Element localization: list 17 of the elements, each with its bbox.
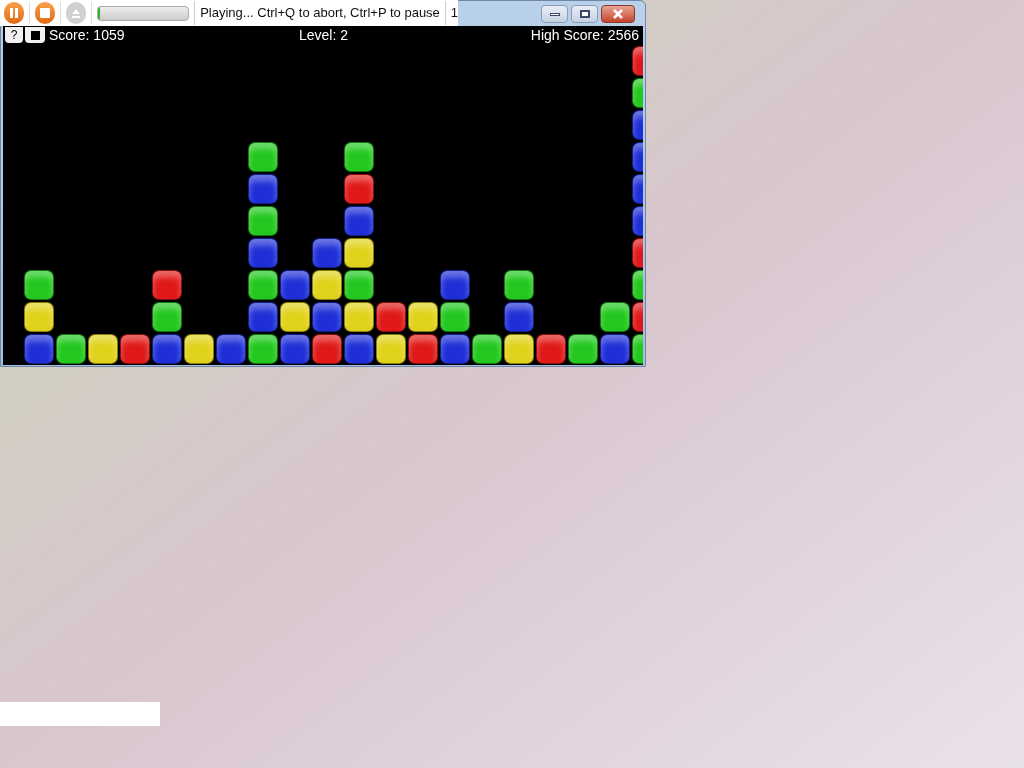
high-score-text: High Score: 2566	[530, 28, 639, 42]
pause-icon	[9, 8, 20, 18]
counter-text: 1	[450, 4, 458, 23]
maximize-icon	[579, 10, 590, 18]
minimize-icon	[549, 12, 560, 16]
score-text: Score: 1059	[49, 28, 126, 42]
square-icon	[30, 30, 40, 40]
close-icon	[612, 9, 624, 19]
level-text: Level: 2	[299, 28, 350, 42]
status-text: Playing... Ctrl+Q to abort, Ctrl+P to pause	[200, 4, 440, 23]
maximize-button[interactable]	[571, 5, 598, 23]
stop-square-button[interactable]	[25, 27, 45, 43]
minimize-button[interactable]	[541, 5, 568, 23]
eject-icon	[71, 8, 82, 18]
stop-icon	[40, 8, 51, 18]
help-button[interactable]: ?	[5, 27, 23, 43]
close-button[interactable]	[601, 5, 635, 23]
